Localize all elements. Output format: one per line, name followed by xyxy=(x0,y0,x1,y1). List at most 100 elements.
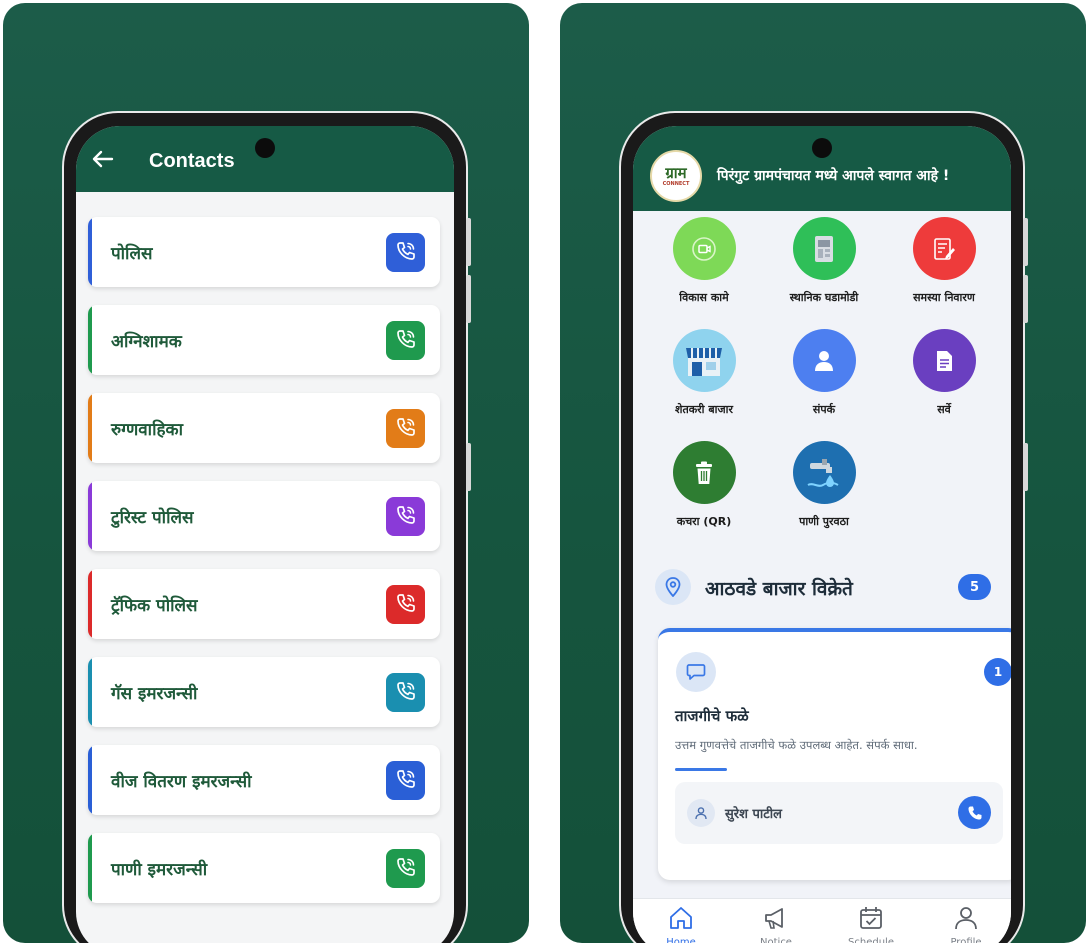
phone-call-icon xyxy=(395,504,417,530)
logo-title: ग्राम xyxy=(665,164,687,182)
contact-card[interactable]: वीज वितरण इमरजन्सी xyxy=(88,745,440,815)
volume-button xyxy=(466,275,471,323)
chat-icon xyxy=(676,652,716,692)
contact-card[interactable]: गॅस इमरजन्सी xyxy=(88,657,440,727)
survey-icon xyxy=(912,329,976,392)
feature-tile[interactable]: पाणी पुरवठा xyxy=(764,441,884,529)
vendor-title: ताजगीचे फळे xyxy=(675,707,749,725)
nav-schedule[interactable]: Schedule xyxy=(836,905,906,943)
vendor-card[interactable]: 1 ताजगीचे फळे उत्तम गुणवत्तेचे ताजगीचे फ… xyxy=(658,628,1011,880)
calendar-check-icon xyxy=(858,907,884,935)
nav-label: Profile xyxy=(950,937,982,943)
front-camera xyxy=(255,138,275,158)
call-button[interactable] xyxy=(386,409,425,448)
seller-name: सुरेश पाटील xyxy=(725,807,782,822)
contacts-screen: Contacts पोलिस अग्निशामक रुग्णवाहिका टुरिस्… xyxy=(76,126,454,943)
home-screen: ग्राम CONNECT पिरंगुट ग्रामपंचायत मध्ये … xyxy=(633,126,1011,943)
app-logo: ग्राम CONNECT xyxy=(650,150,702,202)
phone-call-icon xyxy=(395,680,417,706)
feature-label: कचरा (QR) xyxy=(676,515,732,528)
market-icon xyxy=(672,329,736,392)
phone-frame: ग्राम CONNECT पिरंगुट ग्रामपंचायत मध्ये … xyxy=(619,111,1028,943)
contact-card[interactable]: पोलिस xyxy=(88,217,440,287)
accent-stripe xyxy=(88,657,92,727)
feature-tile[interactable]: शेतकरी बाजार xyxy=(644,329,764,417)
water-tap-icon xyxy=(792,441,856,504)
contact-list: पोलिस अग्निशामक रुग्णवाहिका टुरिस्ट पोलिस ट्… xyxy=(76,192,454,943)
call-button[interactable] xyxy=(386,321,425,360)
contact-card[interactable]: रुग्णवाहिका xyxy=(88,393,440,463)
feature-tile[interactable]: कचरा (QR) xyxy=(644,441,764,529)
divider xyxy=(675,768,727,771)
location-pin-icon xyxy=(655,569,691,605)
feature-tile[interactable]: विकास कामे xyxy=(644,217,764,305)
page-title: Contacts xyxy=(149,150,235,172)
home-icon xyxy=(668,907,694,935)
contact-name: अग्निशामक xyxy=(111,332,182,352)
power-button xyxy=(466,443,471,491)
person-icon xyxy=(687,799,715,827)
logo-subtitle: CONNECT xyxy=(662,181,690,187)
contact-name: रुग्णवाहिका xyxy=(111,420,183,440)
accent-stripe xyxy=(88,305,92,375)
vendor-description: उत्तम गुणवत्तेचे ताजगीचे फळे उपलब्ध आहेत… xyxy=(675,738,918,752)
nav-label: Schedule xyxy=(848,937,894,943)
contact-name: वीज वितरण इमरजन्सी xyxy=(111,772,252,792)
phone-call-icon xyxy=(395,240,417,266)
call-button[interactable] xyxy=(386,233,425,272)
seller-row: सुरेश पाटील xyxy=(675,782,1003,844)
contact-card[interactable]: अग्निशामक xyxy=(88,305,440,375)
accent-stripe xyxy=(88,569,92,639)
contact-card[interactable]: टुरिस्ट पोलिस xyxy=(88,481,440,551)
feature-label: शेतकरी बाजार xyxy=(674,403,733,416)
person-icon xyxy=(792,329,856,392)
feature-tile[interactable]: समस्या निवारण xyxy=(884,217,1004,305)
contacts-showcase-panel: Contacts पोलिस अग्निशामक रुग्णवाहिका टुरिस्… xyxy=(3,3,529,943)
nav-profile[interactable]: Profile xyxy=(931,905,1001,943)
contact-name: टुरिस्ट पोलिस xyxy=(111,508,194,528)
nav-label: Notice xyxy=(760,937,792,943)
contact-card[interactable]: पाणी इमरजन्सी xyxy=(88,833,440,903)
phone-call-icon xyxy=(395,856,417,882)
phone-call-icon xyxy=(395,328,417,354)
section-title: आठवडे बाजार विक्रेते xyxy=(705,578,853,600)
call-button[interactable] xyxy=(386,673,425,712)
phone-call-icon xyxy=(395,416,417,442)
bottom-navigation: Home Notice Schedule Profile xyxy=(633,898,1011,943)
phone-frame: Contacts पोलिस अग्निशामक रुग्णवाहिका टुरिस्… xyxy=(62,111,471,943)
call-button[interactable] xyxy=(386,849,425,888)
nav-label: Home xyxy=(666,937,696,943)
call-button[interactable] xyxy=(386,761,425,800)
contact-name: गॅस इमरजन्सी xyxy=(111,684,198,704)
edit-document-icon xyxy=(912,217,976,280)
feature-label: विकास कामे xyxy=(679,291,729,304)
trash-icon xyxy=(672,441,736,504)
arrow-left-icon[interactable] xyxy=(90,148,116,170)
contact-name: पाणी इमरजन्सी xyxy=(111,860,208,880)
feature-tile[interactable]: स्थानिक घडामोडी xyxy=(764,217,884,305)
feature-tile[interactable]: सर्वे xyxy=(884,329,1004,417)
app-bar: Contacts xyxy=(76,126,454,192)
home-body: विकास कामे स्थानिक घडामोडी समस्या निवारण शे… xyxy=(633,211,1011,898)
volume-button xyxy=(1023,275,1028,323)
phone-call-icon xyxy=(395,592,417,618)
contact-card[interactable]: ट्रॅफिक पोलिस xyxy=(88,569,440,639)
feature-tile[interactable]: संपर्क xyxy=(764,329,884,417)
user-icon xyxy=(953,907,979,935)
accent-stripe xyxy=(88,745,92,815)
vendor-count-badge: 1 xyxy=(984,658,1011,686)
power-button xyxy=(1023,443,1028,491)
call-button[interactable] xyxy=(386,497,425,536)
feature-label: स्थानिक घडामोडी xyxy=(789,291,859,304)
call-seller-button[interactable] xyxy=(958,796,991,829)
count-badge: 5 xyxy=(958,574,991,600)
accent-stripe xyxy=(88,833,92,903)
accent-stripe xyxy=(88,481,92,551)
contact-name: ट्रॅफिक पोलिस xyxy=(111,596,198,616)
nav-home[interactable]: Home xyxy=(646,905,716,943)
nav-notice[interactable]: Notice xyxy=(741,905,811,943)
call-button[interactable] xyxy=(386,585,425,624)
volume-button xyxy=(466,218,471,266)
megaphone-icon xyxy=(763,908,789,935)
news-icon xyxy=(792,217,856,280)
